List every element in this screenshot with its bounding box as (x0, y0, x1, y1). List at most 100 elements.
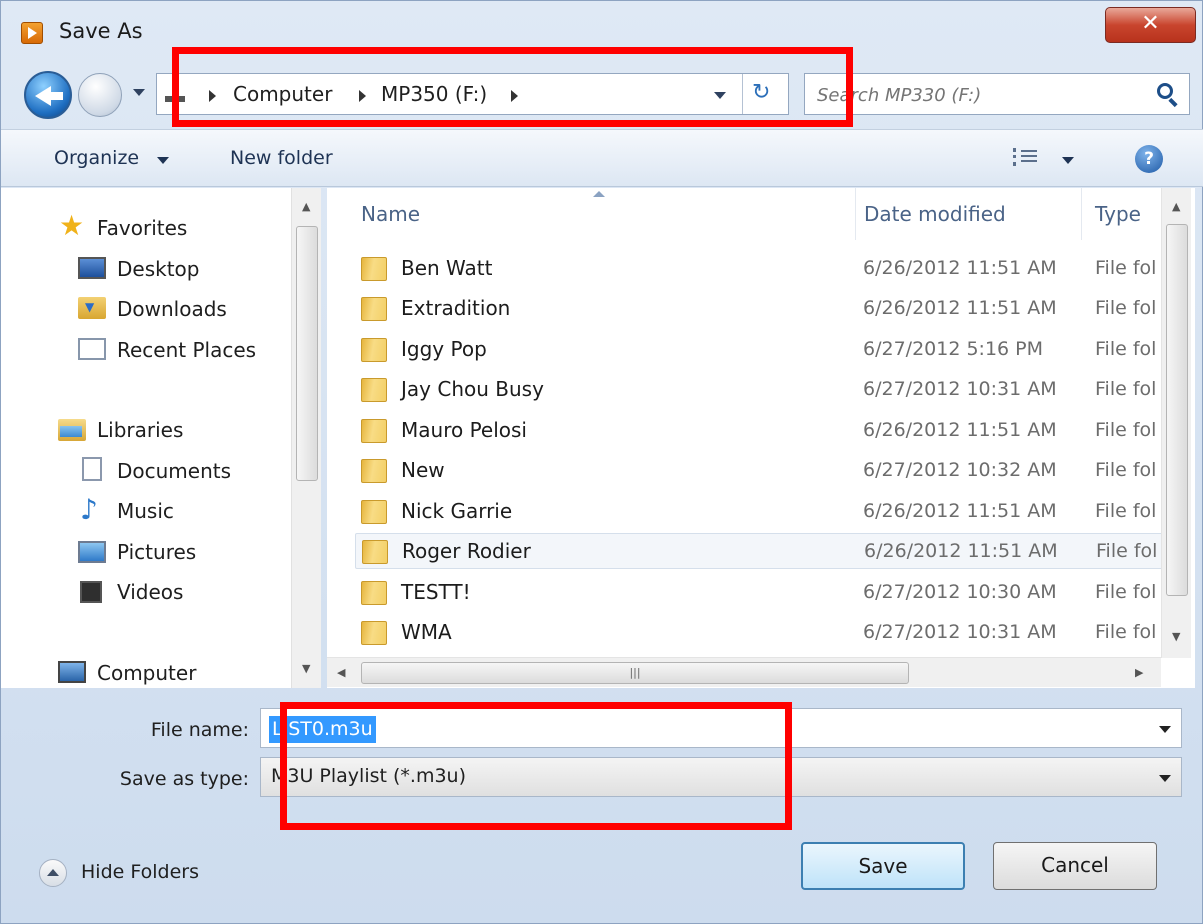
close-button[interactable]: ✕ (1105, 7, 1196, 43)
libraries-icon (58, 419, 86, 441)
back-button[interactable] (24, 71, 72, 119)
recent-locations-dropdown-icon[interactable] (133, 89, 145, 96)
file-row[interactable]: Nick Garrie 6/26/2012 11:51 AM File fol (355, 494, 1163, 530)
nav-pane-scrollbar[interactable]: ▲ ▼ (291, 188, 321, 688)
file-row[interactable]: TESTT! 6/27/2012 10:30 AM File fol (355, 575, 1163, 611)
column-separator[interactable] (855, 188, 856, 240)
scroll-down-arrow-icon[interactable]: ▼ (1172, 630, 1180, 643)
organize-button[interactable]: Organize (54, 147, 139, 169)
help-icon[interactable]: ? (1135, 145, 1163, 173)
search-input[interactable] (817, 82, 1137, 108)
folder-icon (361, 500, 387, 524)
app-icon (21, 22, 43, 44)
file-name-cell: Nick Garrie (401, 499, 513, 523)
nav-scroll-thumb[interactable] (296, 226, 318, 481)
downloads-icon (78, 297, 106, 319)
file-row[interactable]: Extradition 6/26/2012 11:51 AM File fol (355, 291, 1163, 327)
file-name-cell: Extradition (401, 296, 511, 320)
nav-computer[interactable]: Computer (97, 661, 196, 685)
nav-desktop[interactable]: Desktop (117, 257, 199, 281)
file-name-cell: Ben Watt (401, 256, 493, 280)
file-list-horizontal-scrollbar[interactable]: ◀ ||| ▶ (327, 657, 1161, 687)
scroll-up-arrow-icon[interactable]: ▲ (302, 200, 310, 213)
desktop-icon (78, 257, 106, 279)
file-date-cell: 6/26/2012 11:51 AM (863, 257, 1057, 279)
folder-icon (361, 338, 387, 362)
folder-icon (361, 621, 387, 645)
view-options-caret-icon[interactable] (1062, 157, 1074, 164)
pictures-icon (78, 541, 106, 563)
music-icon: ♪ (80, 493, 98, 526)
hide-folders-label: Hide Folders (81, 861, 199, 883)
file-type-cell: File fol (1096, 540, 1158, 562)
change-view-icon[interactable] (1013, 147, 1037, 169)
folder-icon (361, 459, 387, 483)
save-as-type-dropdown-icon[interactable] (1159, 775, 1171, 782)
folder-icon (361, 419, 387, 443)
file-type-cell: File fol (1095, 621, 1157, 643)
folder-icon (361, 378, 387, 402)
highlight-box-filename (280, 702, 792, 830)
navigation-pane: ★ Favorites Desktop Downloads Recent Pla… (1, 188, 321, 688)
file-row[interactable]: Ben Watt 6/26/2012 11:51 AM File fol (355, 251, 1163, 287)
file-name-label: File name: (150, 719, 249, 741)
file-type-cell: File fol (1095, 338, 1157, 360)
file-type-cell: File fol (1095, 581, 1157, 603)
file-date-cell: 6/26/2012 11:51 AM (863, 297, 1057, 319)
file-list-horizontal-thumb[interactable]: ||| (361, 662, 909, 684)
file-row[interactable]: Jay Chou Busy 6/27/2012 10:31 AM File fo… (355, 372, 1163, 408)
column-header-name[interactable]: Name (361, 202, 420, 226)
forward-button[interactable] (78, 73, 122, 117)
nav-pictures[interactable]: Pictures (117, 540, 196, 564)
file-type-cell: File fol (1095, 297, 1157, 319)
search-icon[interactable] (1157, 83, 1173, 99)
file-name-cell: Mauro Pelosi (401, 418, 527, 442)
file-type-cell: File fol (1095, 459, 1157, 481)
recent-places-icon (78, 338, 106, 360)
file-list-vertical-thumb[interactable] (1166, 224, 1188, 596)
search-box[interactable] (804, 73, 1190, 115)
nav-favorites[interactable]: Favorites (97, 216, 187, 240)
computer-icon (58, 661, 86, 683)
file-type-cell: File fol (1095, 500, 1157, 522)
file-date-cell: 6/27/2012 10:32 AM (863, 459, 1057, 481)
scroll-right-arrow-icon[interactable]: ▶ (1135, 666, 1143, 679)
new-folder-button[interactable]: New folder (230, 147, 333, 169)
file-date-cell: 6/26/2012 11:51 AM (863, 500, 1057, 522)
nav-downloads[interactable]: Downloads (117, 297, 227, 321)
nav-music[interactable]: Music (117, 499, 174, 523)
folder-icon (361, 581, 387, 605)
scroll-left-arrow-icon[interactable]: ◀ (337, 666, 345, 679)
file-row[interactable]: WMA 6/27/2012 10:31 AM File fol (355, 615, 1163, 651)
file-list-vertical-scrollbar[interactable]: ▲ ▼ (1161, 188, 1191, 658)
column-separator[interactable] (1081, 188, 1082, 240)
file-type-cell: File fol (1095, 419, 1157, 441)
file-row[interactable]: Mauro Pelosi 6/26/2012 11:51 AM File fol (355, 413, 1163, 449)
file-type-cell: File fol (1095, 378, 1157, 400)
file-date-cell: 6/27/2012 5:16 PM (863, 338, 1044, 360)
scroll-up-arrow-icon[interactable]: ▲ (1172, 200, 1180, 213)
organize-caret-icon[interactable] (157, 157, 169, 164)
file-name-cell: WMA (401, 620, 452, 644)
command-bar: Organize New folder ? (1, 129, 1203, 187)
nav-videos[interactable]: Videos (117, 580, 183, 604)
window-title: Save As (59, 19, 143, 43)
cancel-button[interactable]: Cancel (993, 842, 1157, 890)
videos-icon (80, 581, 102, 603)
column-header-date-modified[interactable]: Date modified (864, 202, 1006, 226)
file-name-dropdown-icon[interactable] (1159, 726, 1171, 733)
nav-documents[interactable]: Documents (117, 459, 231, 483)
file-row[interactable]: New 6/27/2012 10:32 AM File fol (355, 453, 1163, 489)
scroll-down-arrow-icon[interactable]: ▼ (302, 662, 310, 675)
file-row-selected[interactable]: Roger Rodier 6/26/2012 11:51 AM File fol (355, 533, 1163, 569)
save-button[interactable]: Save (801, 842, 965, 890)
file-name-cell: New (401, 458, 445, 482)
save-as-dialog: Save As ✕ Computer MP350 (F:) ↻ Organize… (0, 0, 1203, 924)
folder-icon (362, 540, 388, 564)
nav-recent-places[interactable]: Recent Places (117, 338, 256, 362)
column-header-type[interactable]: Type (1095, 202, 1141, 226)
file-row[interactable]: Iggy Pop 6/27/2012 5:16 PM File fol (355, 332, 1163, 368)
file-name-cell: Jay Chou Busy (401, 377, 544, 401)
nav-libraries[interactable]: Libraries (97, 418, 183, 442)
file-date-cell: 6/27/2012 10:31 AM (863, 621, 1057, 643)
